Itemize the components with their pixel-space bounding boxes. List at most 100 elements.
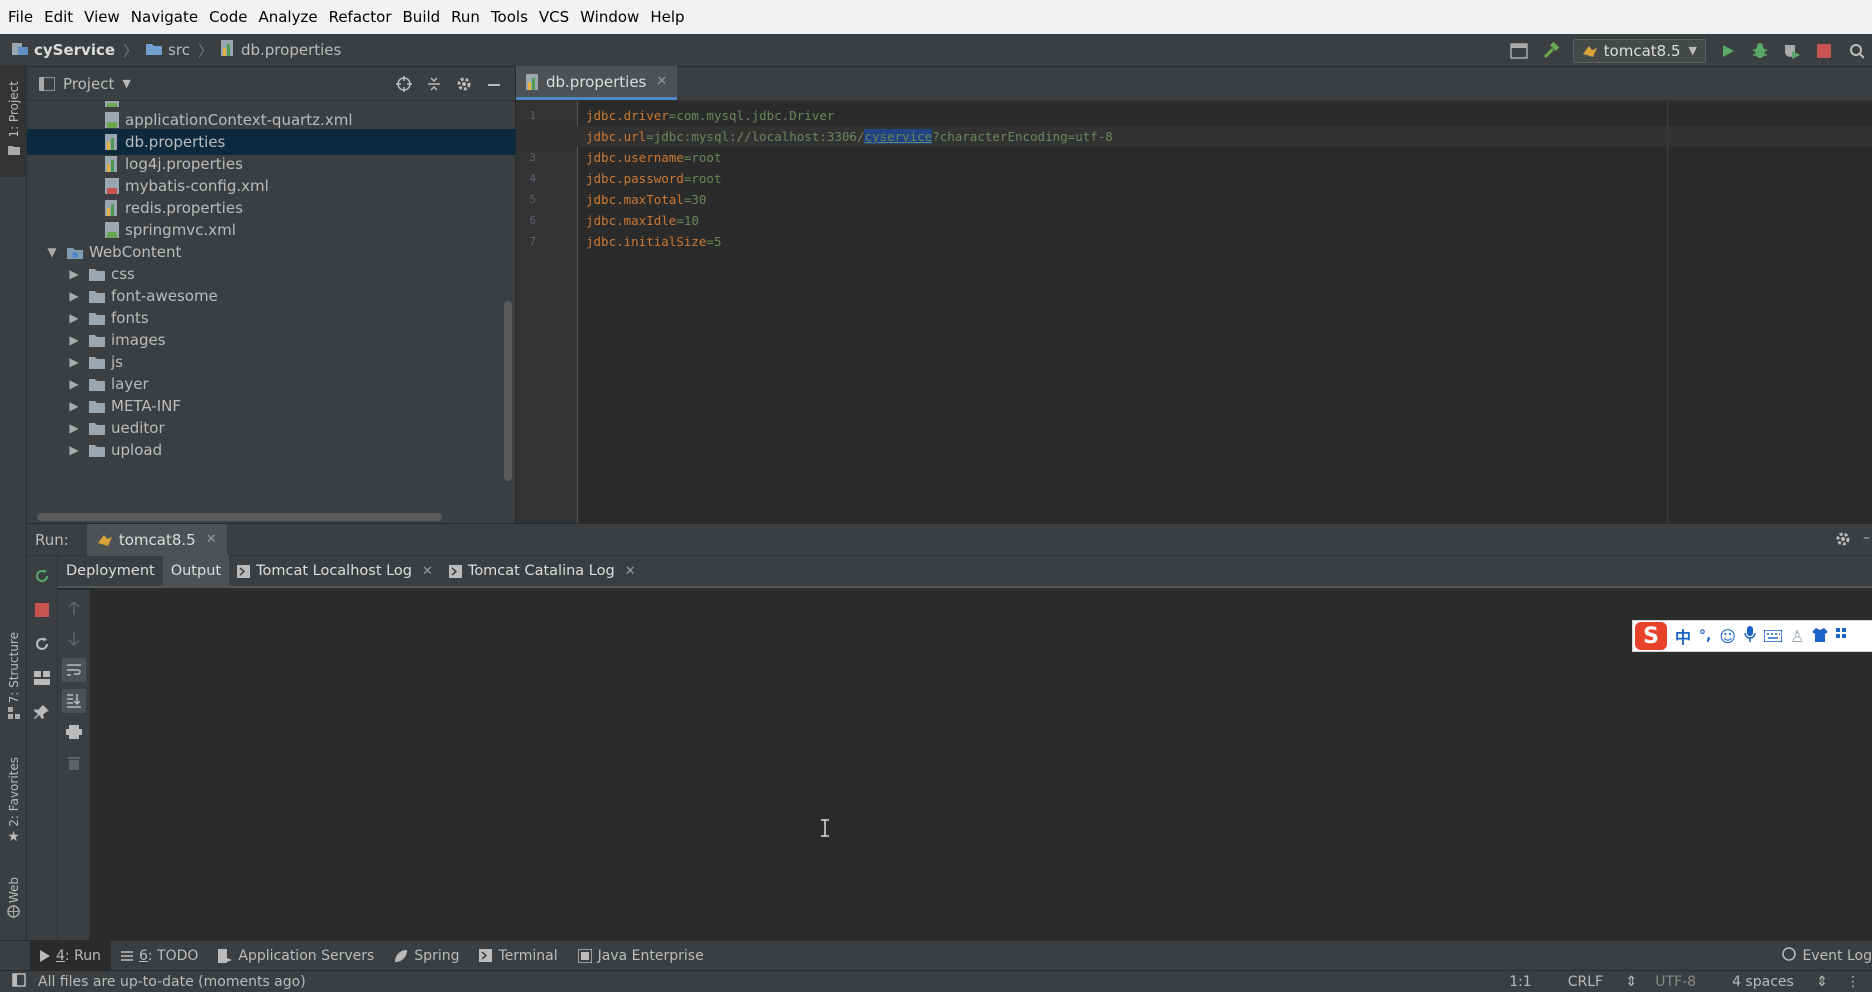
trash-icon[interactable]	[62, 751, 86, 775]
collapsed-triangle-icon[interactable]: ▶	[67, 421, 81, 435]
tool-tab-terminal[interactable]: Terminal	[469, 941, 567, 971]
tab-tomcat-localhost-log[interactable]: Tomcat Localhost Log ✕	[229, 555, 441, 587]
debug-bug-icon[interactable]	[1748, 39, 1772, 63]
code-editor[interactable]: jdbc.driver=com.mysql.jdbc.Driver jdbc.u…	[516, 101, 1872, 523]
menu-window[interactable]: Window	[580, 8, 639, 26]
collapsed-triangle-icon[interactable]: ▶	[67, 267, 81, 281]
menu-navigate[interactable]: Navigate	[131, 8, 198, 26]
collapsed-triangle-icon[interactable]: ▶	[67, 333, 81, 347]
collapsed-triangle-icon[interactable]: ▶	[67, 289, 81, 303]
code-line[interactable]: jdbc.maxTotal=30	[586, 189, 706, 210]
toolbox-icon[interactable]	[1836, 627, 1847, 646]
keyboard-icon[interactable]	[1763, 627, 1783, 646]
collapsed-triangle-icon[interactable]: ▶	[67, 443, 81, 457]
run-tab-tomcat[interactable]: tomcat8.5 ✕	[86, 523, 227, 556]
menu-analyze[interactable]: Analyze	[258, 8, 317, 26]
microphone-icon[interactable]	[1744, 626, 1756, 646]
collapsed-triangle-icon[interactable]: ▶	[67, 377, 81, 391]
gear-icon[interactable]	[452, 72, 476, 96]
refresh-icon[interactable]	[30, 632, 54, 656]
menu-edit[interactable]: Edit	[44, 8, 73, 26]
vertical-scrollbar[interactable]	[504, 301, 512, 481]
menu-refactor[interactable]: Refactor	[329, 8, 392, 26]
collapsed-triangle-icon[interactable]: ▶	[67, 311, 81, 325]
caret-position[interactable]: 1:1	[1509, 974, 1532, 990]
menu-run[interactable]: Run	[451, 8, 480, 26]
tab-output[interactable]: Output	[162, 555, 230, 587]
code-line[interactable]: jdbc.username=root	[586, 147, 721, 168]
run-configuration-select[interactable]: tomcat8.5 ▼	[1572, 38, 1706, 63]
menu-vcs[interactable]: VCS	[539, 8, 569, 26]
tool-tab-structure[interactable]: 7: Structure	[0, 632, 27, 732]
run-play-icon[interactable]	[1716, 39, 1740, 63]
close-icon[interactable]: ✕	[656, 74, 667, 89]
breadcrumb-file[interactable]: db.properties	[241, 41, 341, 59]
ime-mode-chinese[interactable]: 中	[1675, 624, 1691, 648]
arrow-down-icon[interactable]	[62, 627, 86, 651]
code-line[interactable]: jdbc.password=root	[586, 168, 721, 189]
horizontal-scrollbar[interactable]	[37, 513, 442, 521]
arrow-up-icon[interactable]	[62, 596, 86, 620]
menu-tools[interactable]: Tools	[491, 8, 528, 26]
emoji-icon[interactable]: ☺	[1719, 627, 1736, 646]
menu-help[interactable]: Help	[650, 8, 684, 26]
tool-tab-web[interactable]: Web	[0, 877, 27, 937]
collapsed-triangle-icon[interactable]: ▶	[67, 355, 81, 369]
console-output[interactable]	[90, 590, 1872, 941]
tool-tab-todo[interactable]: 6: TODO	[111, 941, 208, 971]
toggle-tool-windows-icon[interactable]	[12, 972, 26, 991]
window-icon[interactable]	[1507, 39, 1531, 63]
layout-icon[interactable]	[30, 666, 54, 690]
pin-icon[interactable]	[30, 700, 54, 724]
tool-tab-event-log[interactable]: Event Log	[1782, 941, 1872, 971]
line-separator[interactable]: CRLF ⇕	[1550, 974, 1638, 990]
editor-tab-db-properties[interactable]: db.properties ✕	[516, 66, 678, 100]
locate-target-icon[interactable]	[392, 72, 416, 96]
close-icon[interactable]: ✕	[422, 564, 433, 579]
menu-file[interactable]: File	[8, 8, 33, 26]
minimize-icon[interactable]: –	[1863, 530, 1870, 546]
tab-deployment[interactable]: Deployment	[58, 555, 163, 587]
chevron-down-icon[interactable]: ▼	[122, 77, 130, 90]
close-icon[interactable]: ✕	[206, 532, 217, 547]
stop-icon[interactable]	[1812, 39, 1836, 63]
skin-shirt-icon[interactable]	[1812, 627, 1829, 646]
coverage-shield-icon[interactable]	[1780, 39, 1804, 63]
tree-item[interactable]: ▶ upload	[27, 437, 516, 463]
selected-text[interactable]: cyservice	[864, 129, 933, 144]
tool-tab-favorites[interactable]: 2: Favorites ★	[0, 757, 27, 857]
minimize-icon[interactable]	[482, 72, 506, 96]
stop-icon[interactable]	[30, 598, 54, 622]
punctuation-icon[interactable]: °,	[1699, 628, 1711, 644]
tool-tab-java-enterprise[interactable]: Java Enterprise	[568, 941, 714, 971]
tool-tab-spring[interactable]: Spring	[384, 941, 469, 971]
user-icon[interactable]: ♙	[1790, 627, 1804, 646]
tab-tomcat-catalina-log[interactable]: Tomcat Catalina Log ✕	[441, 555, 644, 587]
more-dots-icon[interactable]: ⋮	[1846, 974, 1860, 990]
code-line-current[interactable]: jdbc.url=jdbc:mysql://localhost:3306/cys…	[516, 126, 1872, 147]
code-line[interactable]: jdbc.maxIdle=10	[586, 210, 699, 231]
rerun-icon[interactable]	[30, 564, 54, 588]
menu-view[interactable]: View	[84, 8, 120, 26]
menu-build[interactable]: Build	[403, 8, 441, 26]
indent-setting[interactable]: 4 spaces ⇕	[1714, 974, 1828, 990]
soft-wrap-icon[interactable]	[62, 658, 86, 682]
print-icon[interactable]	[62, 720, 86, 744]
search-icon[interactable]	[1844, 39, 1868, 63]
tool-tab-project[interactable]: 1: Project	[0, 67, 27, 177]
code-line[interactable]: jdbc.initialSize=5	[586, 231, 721, 252]
breadcrumb-folder[interactable]: src	[168, 41, 190, 59]
expanded-triangle-icon[interactable]: ▼	[45, 245, 59, 259]
ime-toolbar[interactable]: S 中 °, ☺ ♙	[1632, 620, 1872, 652]
collapse-all-icon[interactable]	[422, 72, 446, 96]
collapsed-triangle-icon[interactable]: ▶	[67, 399, 81, 413]
code-line[interactable]: jdbc.driver=com.mysql.jdbc.Driver	[586, 105, 834, 126]
breadcrumb-project[interactable]: cyService	[34, 41, 115, 59]
project-view-select[interactable]: Project	[63, 75, 114, 93]
build-hammer-icon[interactable]	[1539, 39, 1563, 63]
tool-tab-run[interactable]: 4: Run	[30, 940, 111, 971]
scroll-to-end-icon[interactable]	[62, 689, 86, 713]
gear-icon[interactable]	[1834, 530, 1852, 552]
file-encoding[interactable]: UTF-8	[1655, 974, 1696, 990]
close-icon[interactable]: ✕	[625, 564, 636, 579]
